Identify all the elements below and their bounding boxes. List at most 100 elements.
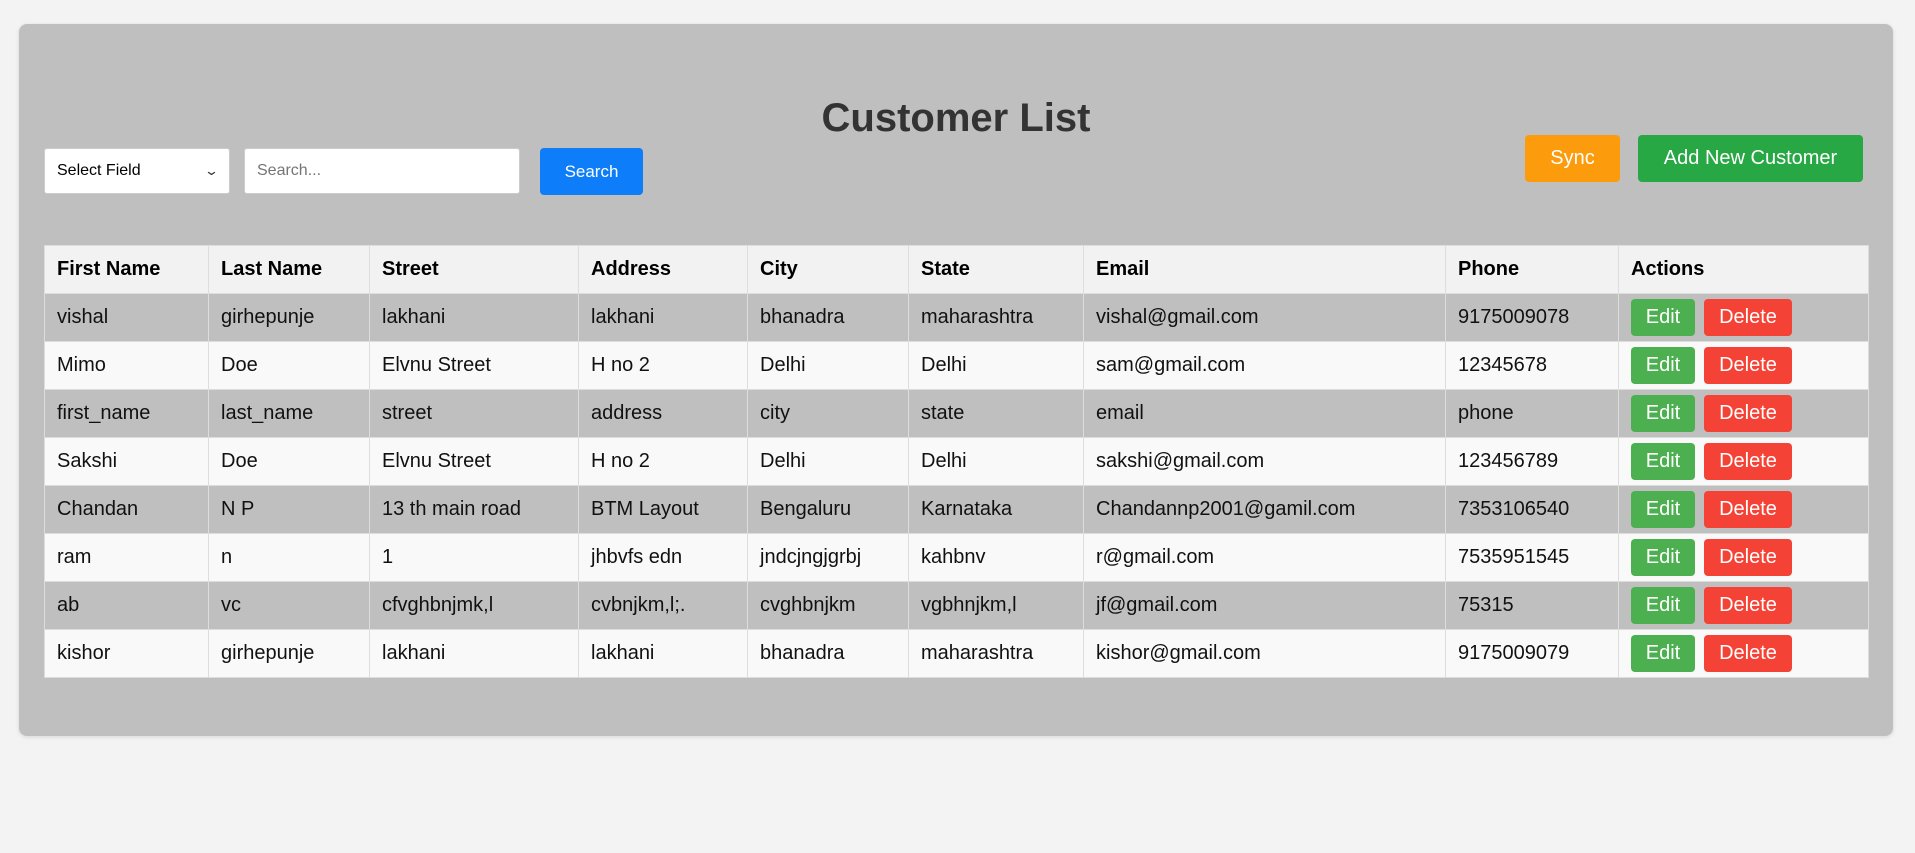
- cell-city: Bengaluru: [747, 485, 909, 534]
- delete-button[interactable]: Delete: [1704, 491, 1792, 528]
- cell-street: 13 th main road: [369, 485, 579, 534]
- cell-state: state: [908, 389, 1084, 438]
- field-select-value: Select Field: [57, 162, 141, 179]
- table-row: ab vc cfvghbnjmk,l cvbnjkm,l;. cvghbnjkm vgbh…: [44, 581, 1869, 630]
- cell-email: email: [1083, 389, 1446, 438]
- cell-street: cfvghbnjmk,l: [369, 581, 579, 630]
- cell-state: Karnataka: [908, 485, 1084, 534]
- cell-city: jndcjngjgrbj: [747, 533, 909, 582]
- edit-button[interactable]: Edit: [1631, 635, 1695, 672]
- cell-actions: Edit Delete: [1618, 341, 1869, 390]
- column-header-state: State: [908, 245, 1084, 294]
- cell-city: Delhi: [747, 341, 909, 390]
- cell-street: Elvnu Street: [369, 437, 579, 486]
- cell-phone: phone: [1445, 389, 1619, 438]
- cell-city: bhanadra: [747, 293, 909, 342]
- delete-button[interactable]: Delete: [1704, 635, 1792, 672]
- cell-actions: Edit Delete: [1618, 485, 1869, 534]
- edit-button[interactable]: Edit: [1631, 539, 1695, 576]
- cell-email: Chandannp2001@gamil.com: [1083, 485, 1446, 534]
- cell-city: bhanadra: [747, 629, 909, 678]
- delete-button[interactable]: Delete: [1704, 443, 1792, 480]
- cell-first-name: first_name: [44, 389, 209, 438]
- chevron-down-icon: ⌄: [203, 163, 220, 178]
- cell-email: sakshi@gmail.com: [1083, 437, 1446, 486]
- cell-first-name: kishor: [44, 629, 209, 678]
- cell-email: jf@gmail.com: [1083, 581, 1446, 630]
- search-button[interactable]: Search: [540, 148, 643, 195]
- edit-button[interactable]: Edit: [1631, 347, 1695, 384]
- cell-address: lakhani: [578, 293, 748, 342]
- cell-state: Delhi: [908, 437, 1084, 486]
- delete-button[interactable]: Delete: [1704, 395, 1792, 432]
- cell-phone: 75315: [1445, 581, 1619, 630]
- edit-button[interactable]: Edit: [1631, 587, 1695, 624]
- column-header-city: City: [747, 245, 909, 294]
- cell-actions: Edit Delete: [1618, 533, 1869, 582]
- cell-last-name: girhepunje: [208, 629, 370, 678]
- delete-button[interactable]: Delete: [1704, 299, 1792, 336]
- cell-actions: Edit Delete: [1618, 581, 1869, 630]
- table-row: Chandan N P 13 th main road BTM Layout Benga…: [44, 485, 1869, 534]
- table-row: ram n 1 jhbvfs edn jndcjngjgrbj kahbnv r@gmail…: [44, 533, 1869, 582]
- cell-email: kishor@gmail.com: [1083, 629, 1446, 678]
- cell-city: city: [747, 389, 909, 438]
- table-row: kishor girhepunje lakhani lakhani bhanadra ma…: [44, 629, 1869, 678]
- field-select[interactable]: Select Field ⌄: [44, 148, 230, 194]
- cell-first-name: Chandan: [44, 485, 209, 534]
- edit-button[interactable]: Edit: [1631, 443, 1695, 480]
- delete-button[interactable]: Delete: [1704, 347, 1792, 384]
- cell-last-name: Doe: [208, 341, 370, 390]
- edit-button[interactable]: Edit: [1631, 299, 1695, 336]
- column-header-phone: Phone: [1445, 245, 1619, 294]
- cell-address: cvbnjkm,l;.: [578, 581, 748, 630]
- table-header-row: First Name Last Name Street Address City Stat…: [44, 245, 1869, 294]
- column-header-street: Street: [369, 245, 579, 294]
- column-header-address: Address: [578, 245, 748, 294]
- delete-button[interactable]: Delete: [1704, 587, 1792, 624]
- cell-first-name: Sakshi: [44, 437, 209, 486]
- cell-actions: Edit Delete: [1618, 293, 1869, 342]
- cell-address: BTM Layout: [578, 485, 748, 534]
- cell-last-name: last_name: [208, 389, 370, 438]
- cell-state: maharashtra: [908, 629, 1084, 678]
- cell-street: street: [369, 389, 579, 438]
- cell-first-name: ram: [44, 533, 209, 582]
- table-row: first_name last_name street address city stat…: [44, 389, 1869, 438]
- cell-address: jhbvfs edn: [578, 533, 748, 582]
- cell-last-name: girhepunje: [208, 293, 370, 342]
- column-header-actions: Actions: [1618, 245, 1869, 294]
- cell-phone: 7535951545: [1445, 533, 1619, 582]
- cell-street: 1: [369, 533, 579, 582]
- cell-city: cvghbnjkm: [747, 581, 909, 630]
- cell-state: maharashtra: [908, 293, 1084, 342]
- edit-button[interactable]: Edit: [1631, 395, 1695, 432]
- search-input[interactable]: [244, 148, 520, 194]
- edit-button[interactable]: Edit: [1631, 491, 1695, 528]
- cell-address: H no 2: [578, 437, 748, 486]
- cell-phone: 123456789: [1445, 437, 1619, 486]
- cell-state: vgbhnjkm,l: [908, 581, 1084, 630]
- cell-email: r@gmail.com: [1083, 533, 1446, 582]
- cell-last-name: vc: [208, 581, 370, 630]
- column-header-last-name: Last Name: [208, 245, 370, 294]
- cell-last-name: n: [208, 533, 370, 582]
- cell-first-name: Mimo: [44, 341, 209, 390]
- table-row: Sakshi Doe Elvnu Street H no 2 Delhi Delhi sak…: [44, 437, 1869, 486]
- delete-button[interactable]: Delete: [1704, 539, 1792, 576]
- cell-first-name: vishal: [44, 293, 209, 342]
- cell-city: Delhi: [747, 437, 909, 486]
- cell-actions: Edit Delete: [1618, 629, 1869, 678]
- add-new-customer-button[interactable]: Add New Customer: [1638, 135, 1863, 182]
- sync-button[interactable]: Sync: [1525, 135, 1620, 182]
- cell-state: kahbnv: [908, 533, 1084, 582]
- cell-email: sam@gmail.com: [1083, 341, 1446, 390]
- customers-table: First Name Last Name Street Address City Stat…: [44, 245, 1869, 678]
- cell-phone: 9175009078: [1445, 293, 1619, 342]
- cell-address: lakhani: [578, 629, 748, 678]
- cell-phone: 12345678: [1445, 341, 1619, 390]
- cell-first-name: ab: [44, 581, 209, 630]
- customer-list-card: Customer List Select Field ⌄ Search Sync…: [19, 24, 1893, 736]
- cell-state: Delhi: [908, 341, 1084, 390]
- table-row: vishal girhepunje lakhani lakhani bhanadra ma…: [44, 293, 1869, 342]
